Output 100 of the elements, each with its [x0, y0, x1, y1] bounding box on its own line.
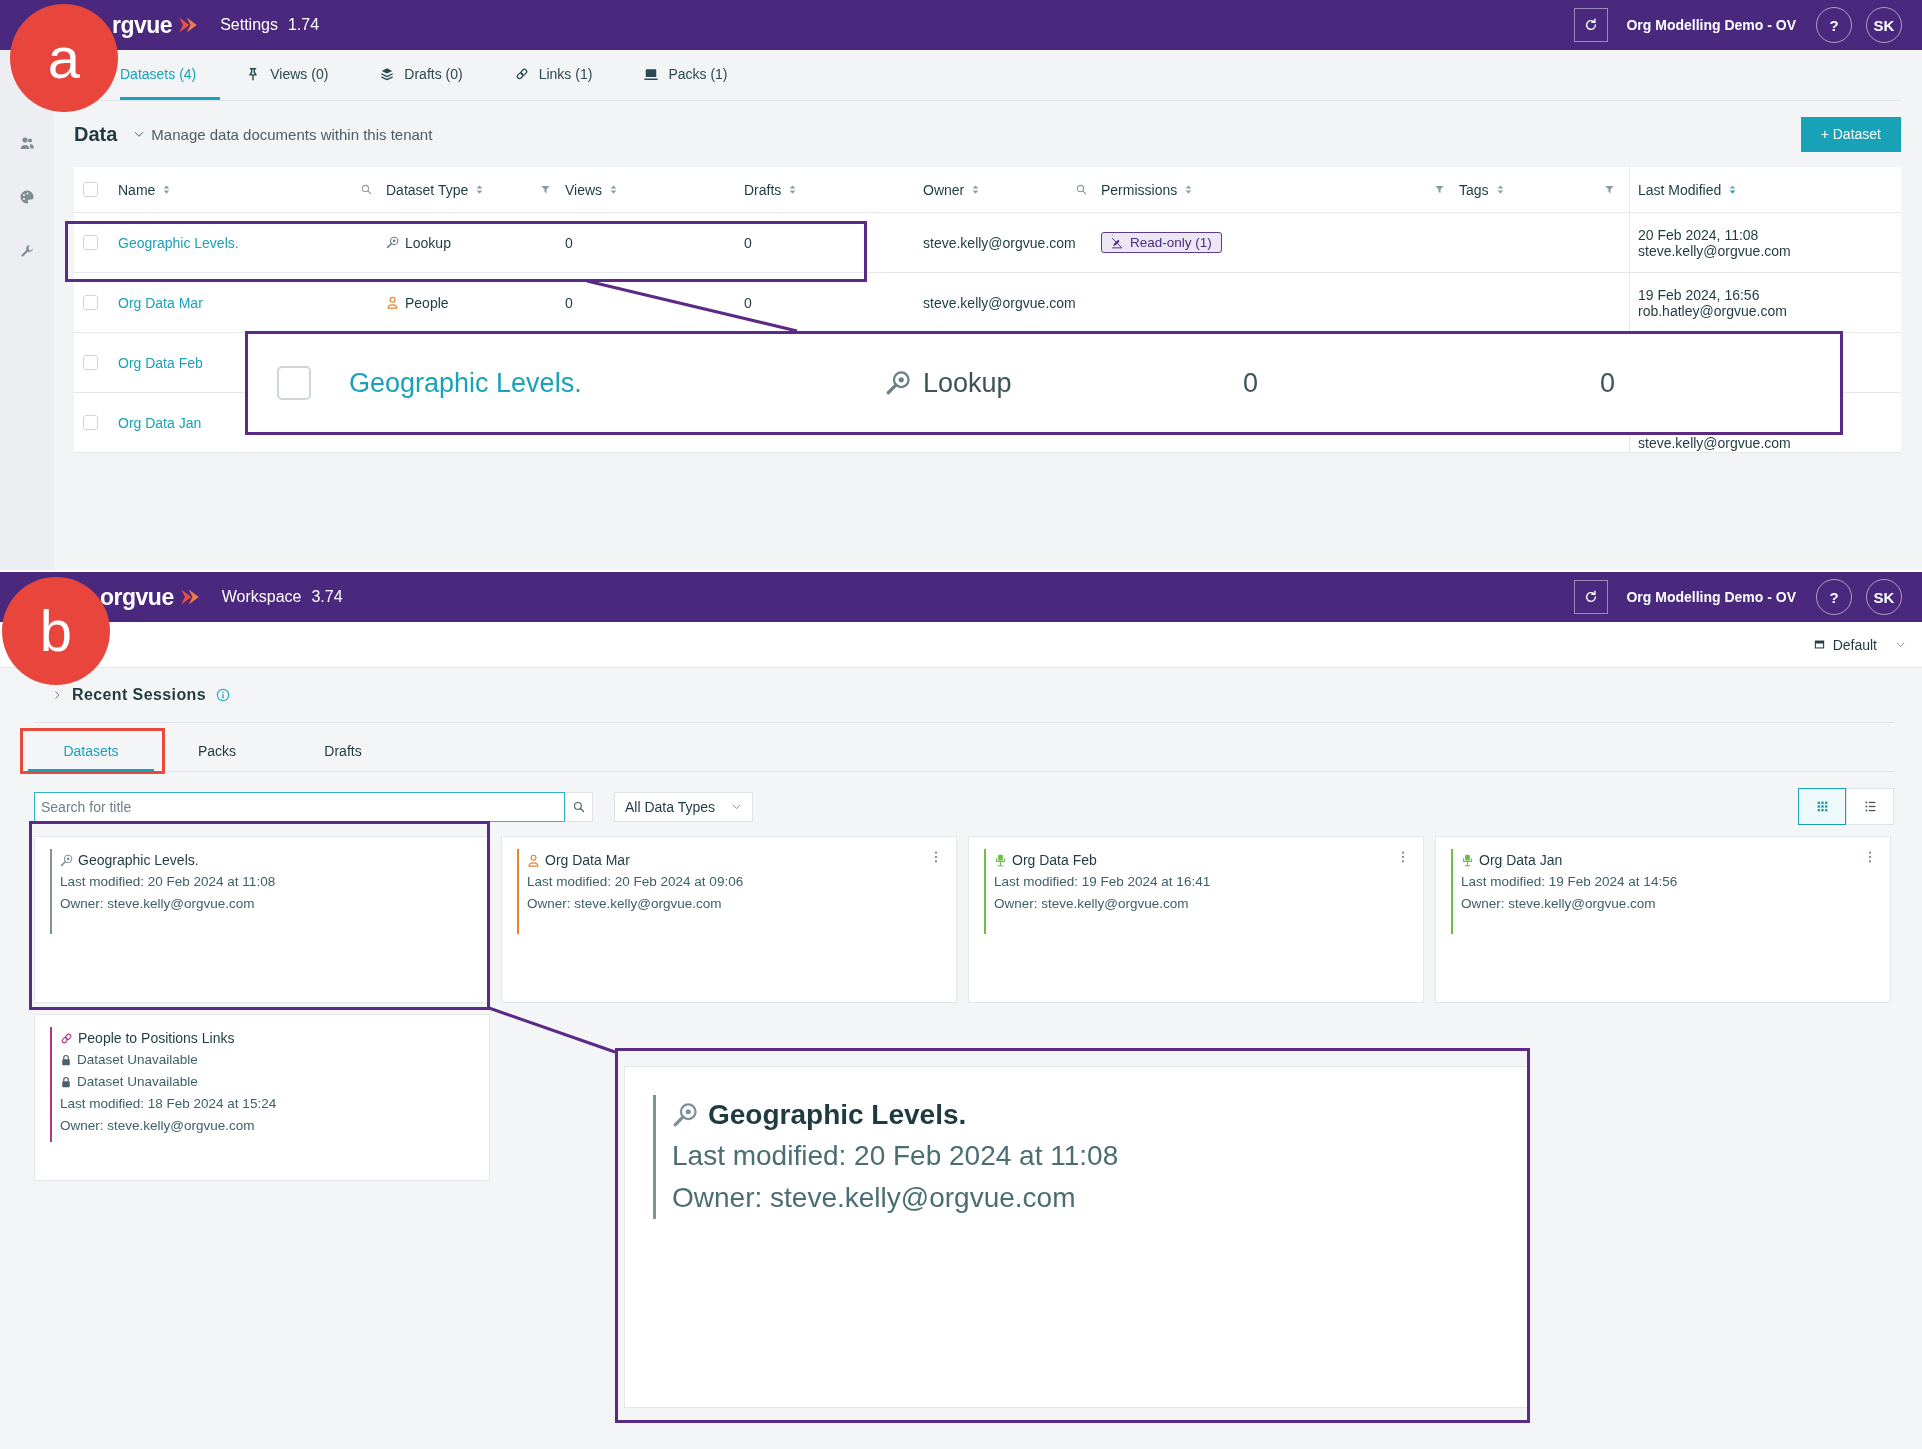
filter-icon[interactable]	[1604, 184, 1615, 195]
refresh-icon	[1584, 18, 1599, 32]
person-icon	[527, 853, 540, 867]
permission-badge[interactable]: Read-only (1)	[1101, 232, 1222, 253]
card-text: Dataset Unavailable	[77, 1073, 198, 1091]
views-count: 0	[565, 234, 573, 251]
people-icon	[19, 135, 35, 151]
tab[interactable]: Packs (1)	[618, 50, 754, 100]
card-text: Owner: steve.kelly@orgvue.com	[60, 1117, 255, 1135]
search-icon[interactable]	[1076, 184, 1087, 195]
checkbox[interactable]	[83, 415, 98, 430]
chair-icon	[1461, 853, 1474, 867]
column-header[interactable]: Permissions	[1101, 181, 1178, 198]
refresh-button[interactable]	[1574, 580, 1609, 614]
edit-off-icon	[1111, 236, 1123, 249]
card-text: Owner: steve.kelly@orgvue.com	[60, 895, 255, 913]
grid-view-button[interactable]	[1798, 788, 1846, 825]
dataset-type: People	[405, 294, 449, 311]
lock-icon	[60, 1054, 72, 1066]
search-button[interactable]	[565, 791, 593, 822]
modified-date: 19 Feb 2024, 16:56	[1638, 286, 1760, 303]
drafts-count: 0	[744, 234, 752, 251]
search-icon[interactable]	[361, 184, 372, 195]
app-name: Settings	[220, 16, 278, 34]
column-header[interactable]: Tags	[1459, 181, 1489, 198]
dataset-card[interactable]: Org Data Mar Last modified: 20 Feb 2024 at 09:06 Owner: steve.kelly@orgvue.com	[501, 836, 957, 1003]
page-title: Data	[74, 122, 118, 146]
info-icon[interactable]	[216, 688, 231, 702]
card-title: Org Data Feb	[1012, 851, 1097, 870]
column-header[interactable]: Views	[565, 181, 603, 198]
magnifier-icon	[386, 236, 399, 249]
refresh-button[interactable]	[1574, 8, 1609, 42]
modified-by: steve.kelly@orgvue.com	[1638, 242, 1791, 259]
chevron-right-icon[interactable]	[52, 690, 62, 700]
card-text: Last modified: 20 Feb 2024 at 09:06	[527, 873, 744, 891]
drafts-count: 0	[1600, 367, 1616, 399]
card-text: Owner: steve.kelly@orgvue.com	[1461, 895, 1656, 913]
refresh-icon	[1584, 590, 1599, 604]
column-header[interactable]: Drafts	[744, 181, 782, 198]
tenant-name[interactable]: Org Modelling Demo - OV	[1626, 589, 1796, 605]
list-icon	[1863, 800, 1877, 813]
link-icon	[60, 1031, 73, 1045]
section-title: Recent Sessions	[72, 686, 207, 704]
card-title: Geographic Levels.	[708, 1098, 967, 1132]
modified-by: rob.hatley@orgvue.com	[1638, 302, 1787, 319]
version-label: 3.74	[311, 588, 343, 606]
grid-icon	[1815, 800, 1829, 813]
palette-icon	[19, 189, 35, 205]
card-text: Dataset Unavailable	[77, 1051, 198, 1069]
tray-icon	[644, 66, 659, 81]
dataset-card[interactable]: Geographic Levels. Last modified: 20 Feb 2024 at 11:08 Owner: steve.kelly@orgvue.com	[34, 836, 490, 1003]
views-count: 0	[1243, 367, 1259, 399]
layout-menu[interactable]: Default	[1813, 636, 1906, 653]
card-title: Geographic Levels.	[78, 851, 199, 870]
modified-by: steve.kelly@orgvue.com	[1638, 435, 1791, 451]
magnifier-icon	[885, 370, 911, 396]
dataset-type: Lookup	[923, 367, 1012, 399]
search-icon	[573, 800, 585, 813]
filter-icon[interactable]	[1434, 184, 1445, 195]
column-header[interactable]: Owner	[923, 181, 965, 198]
drafts-count: 0	[744, 294, 752, 311]
owner-email: steve.kelly@orgvue.com	[923, 234, 1076, 251]
card-text: Last modified: 18 Feb 2024 at 15:24	[60, 1095, 277, 1113]
tab[interactable]: Links (1)	[488, 50, 619, 100]
logo-icon	[178, 15, 199, 35]
checkbox[interactable]	[83, 295, 98, 310]
card-title: People to Positions Links	[78, 1029, 235, 1048]
column-header[interactable]: Dataset Type	[386, 181, 469, 198]
filter-icon[interactable]	[540, 184, 551, 195]
checkbox[interactable]	[83, 182, 98, 197]
dataset-type: Lookup	[405, 234, 451, 251]
checkbox[interactable]	[83, 235, 98, 250]
dataset-card[interactable]: Org Data Feb Last modified: 19 Feb 2024 at 16:41 Owner: steve.kelly@orgvue.com	[968, 836, 1424, 1003]
card-title: Org Data Jan	[1479, 851, 1563, 870]
card-text: Last modified: 20 Feb 2024 at 11:08	[60, 873, 276, 891]
modified-date: 20 Feb 2024, 11:08	[1638, 226, 1759, 243]
card-text: Last modified: 19 Feb 2024 at 14:56	[1461, 873, 1678, 891]
column-header[interactable]: Last Modified	[1638, 181, 1722, 198]
card-text: Owner: steve.kelly@orgvue.com	[994, 895, 1189, 913]
type-filter-dropdown[interactable]: All Data Types	[614, 791, 753, 822]
card-title: Org Data Mar	[545, 851, 630, 870]
card-text: Owner: steve.kelly@orgvue.com	[672, 1181, 1077, 1215]
card-text: Owner: steve.kelly@orgvue.com	[527, 895, 722, 913]
tab[interactable]: Views (0)	[220, 50, 355, 100]
layout-icon	[1813, 639, 1825, 650]
link-icon	[514, 66, 529, 81]
owner-email: steve.kelly@orgvue.com	[923, 294, 1076, 311]
dataset-card[interactable]: People to Positions Links Dataset Unavailable Dataset Unavailable Last modified: 18 Feb 2024 at 15:24 Owner: steve.kelly@orgvue.com	[34, 1014, 490, 1181]
chair-icon	[994, 853, 1007, 867]
column-header[interactable]: Name	[118, 181, 156, 198]
magnifier-icon	[672, 1102, 698, 1128]
tab[interactable]: Drafts	[280, 733, 406, 771]
lock-icon	[60, 1076, 72, 1088]
layers-icon	[380, 66, 395, 81]
checkbox[interactable]	[83, 355, 98, 370]
tenant-name[interactable]: Org Modelling Demo - OV	[1626, 17, 1796, 33]
tab[interactable]: Packs	[154, 733, 280, 771]
search-field[interactable]: Search for title	[34, 791, 565, 822]
dataset-card[interactable]: Org Data Jan Last modified: 19 Feb 2024 at 14:56 Owner: steve.kelly@orgvue.com	[1435, 836, 1891, 1003]
tab[interactable]: Drafts (0)	[354, 50, 489, 100]
